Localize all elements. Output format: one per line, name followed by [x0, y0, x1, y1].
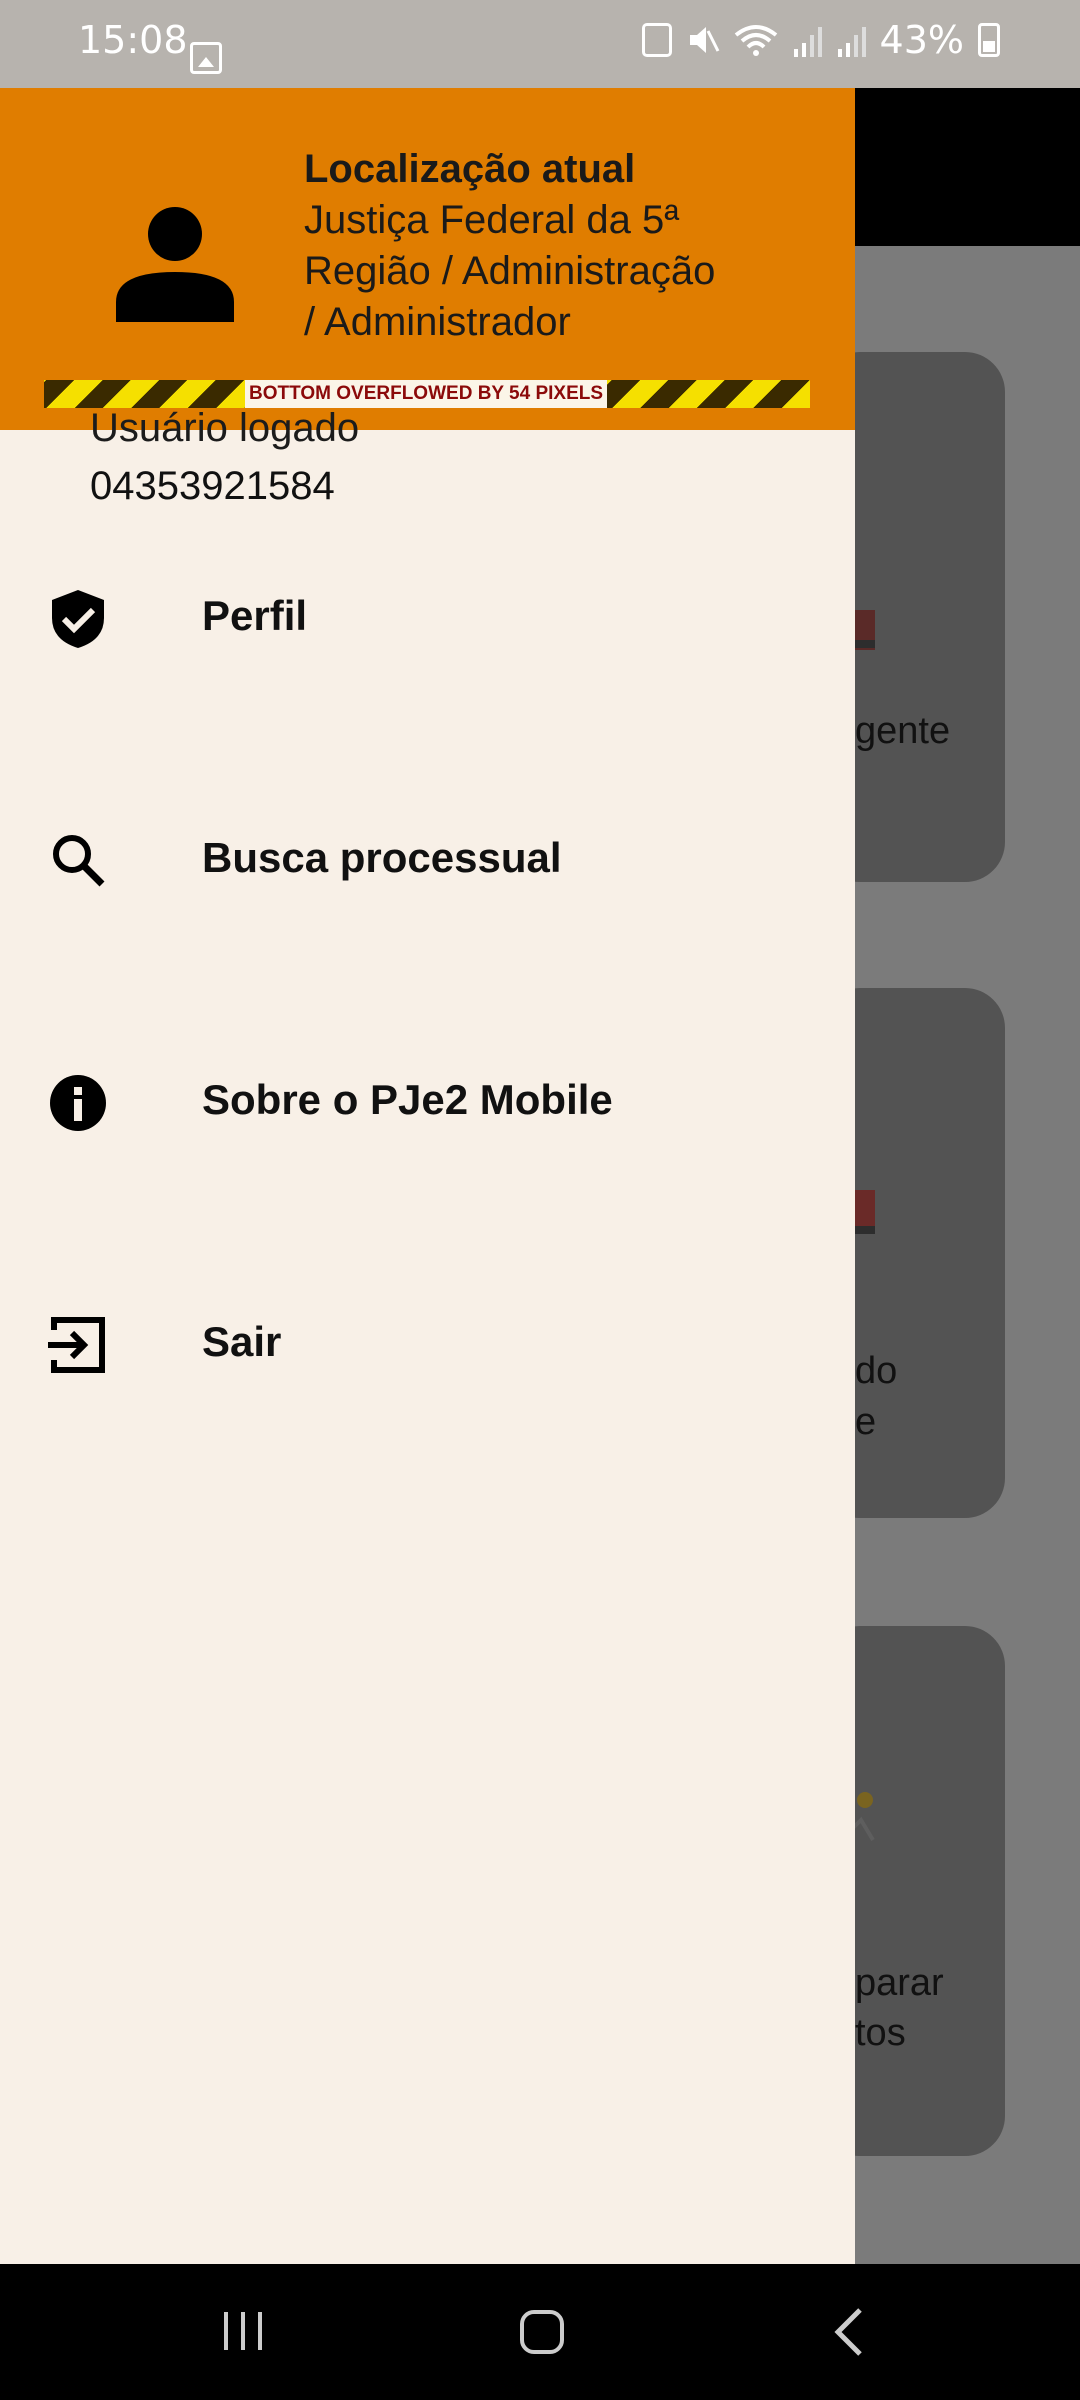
menu-item-sobre[interactable]: Sobre o PJe2 Mobile: [0, 1036, 855, 1156]
battery-icon: [978, 23, 1000, 57]
status-bar: 15:08 43%: [0, 0, 1080, 88]
mute-icon: [689, 27, 719, 53]
status-icons: 43%: [641, 18, 1000, 62]
background-card-text: gente: [855, 710, 951, 752]
overflow-warning-stripe: BOTTOM OVERFLOWED BY 54 PIXELS: [44, 380, 810, 408]
overflow-warning-text: BOTTOM OVERFLOWED BY 54 PIXELS: [245, 380, 608, 408]
menu-item-label: Sair: [202, 1318, 282, 1365]
location-line: Região / Administração: [304, 249, 716, 293]
navigation-bar: [0, 2264, 1080, 2400]
menu-item-busca-processual[interactable]: Busca processual: [0, 794, 855, 914]
menu-item-label: Busca processual: [202, 834, 562, 881]
shield-check-icon: [52, 590, 104, 648]
menu-item-label: Sobre o PJe2 Mobile: [202, 1076, 613, 1123]
location-line: Justiça Federal da 5ª: [304, 198, 679, 242]
info-icon: [50, 1075, 106, 1131]
navigation-drawer: Localização atual Justiça Federal da 5ª …: [0, 88, 855, 2264]
logged-user-label: Usuário logado: [90, 406, 360, 450]
recents-icon[interactable]: [218, 2306, 268, 2356]
person-icon: [116, 207, 234, 322]
menu-item-sair[interactable]: Sair: [0, 1278, 855, 1398]
battery-saver-icon: [641, 23, 672, 57]
menu-item-label: Perfil: [202, 592, 308, 639]
background-card-text: tos: [855, 2012, 906, 2054]
background-card-text: e: [855, 1401, 877, 1443]
back-icon[interactable]: [826, 2306, 876, 2362]
logged-user-id: 04353921584: [90, 464, 335, 508]
home-icon[interactable]: [516, 2306, 572, 2362]
signal-icon: [793, 27, 822, 57]
location-title: Localização atual: [304, 147, 636, 191]
menu-item-perfil[interactable]: Perfil: [0, 552, 855, 672]
status-time: 15:08: [78, 18, 188, 62]
wifi-icon: [734, 25, 777, 56]
current-location: Localização atual Justiça Federal da 5ª …: [304, 144, 824, 348]
background-card-text: parar: [855, 1962, 944, 2004]
search-icon: [53, 835, 105, 887]
gallery-icon: [190, 42, 222, 74]
logout-icon: [48, 1317, 105, 1373]
signal-icon: [837, 27, 866, 57]
location-line: / Administrador: [304, 300, 571, 344]
battery-percent: 43%: [879, 18, 964, 62]
drawer-header: Localização atual Justiça Federal da 5ª …: [0, 88, 855, 430]
background-card-text: do: [855, 1350, 898, 1392]
